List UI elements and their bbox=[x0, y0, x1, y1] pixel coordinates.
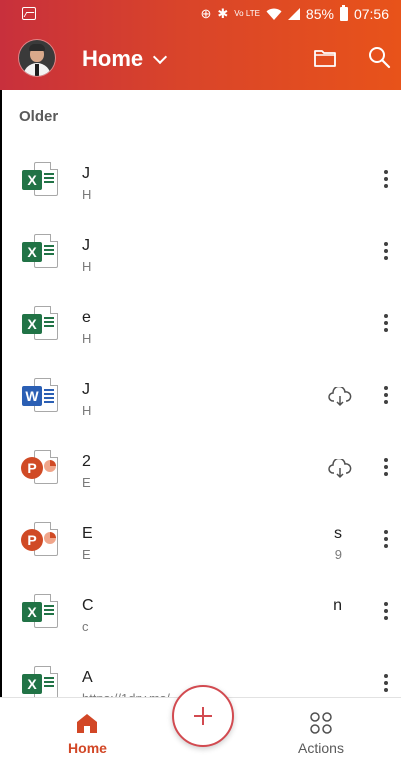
chevron-down-icon bbox=[153, 49, 168, 64]
more-vertical-icon[interactable] bbox=[378, 456, 394, 480]
more-vertical-icon[interactable] bbox=[378, 168, 394, 192]
volte-icon: Vo LTE bbox=[234, 9, 260, 18]
status-icons: ⊕ ✱ Vo LTE 85% 07:56 bbox=[200, 5, 389, 22]
file-row[interactable]: X C c n bbox=[0, 575, 401, 647]
file-row[interactable]: P 2 E bbox=[0, 431, 401, 503]
file-title-tail: n bbox=[333, 597, 342, 614]
file-title: 2 bbox=[82, 453, 91, 470]
data-saver-icon: ⊕ bbox=[200, 6, 212, 21]
page-title: Home bbox=[82, 46, 144, 71]
gallery-notification-icon bbox=[22, 7, 36, 20]
word-file-icon: W bbox=[22, 378, 62, 416]
file-subtitle: H bbox=[82, 259, 92, 274]
search-icon[interactable] bbox=[367, 45, 391, 69]
file-row[interactable]: X J H bbox=[0, 215, 401, 287]
file-list: X J H X J H X e H W J H P 2 E P E E s 9 … bbox=[0, 143, 401, 719]
avatar-hair bbox=[29, 44, 45, 51]
plus-icon-vertical bbox=[202, 707, 204, 725]
nav-actions-label: Actions bbox=[298, 740, 344, 756]
nav-home-label: Home bbox=[68, 740, 107, 756]
file-title: J bbox=[82, 165, 90, 182]
file-title: e bbox=[82, 309, 91, 326]
file-subtitle: H bbox=[82, 403, 92, 418]
file-title: J bbox=[82, 381, 90, 398]
file-title: C bbox=[82, 597, 94, 614]
file-row[interactable]: W J H bbox=[0, 359, 401, 431]
more-vertical-icon[interactable] bbox=[378, 384, 394, 408]
file-title: A bbox=[82, 669, 93, 686]
cloud-download-icon[interactable] bbox=[328, 387, 352, 407]
powerpoint-file-icon: P bbox=[21, 450, 62, 488]
more-vertical-icon[interactable] bbox=[378, 672, 394, 696]
wifi-icon bbox=[266, 8, 282, 20]
file-subtitle: E bbox=[82, 475, 91, 490]
file-title-tail: s bbox=[334, 525, 342, 542]
file-subtitle: E bbox=[82, 547, 91, 562]
signal-icon bbox=[287, 8, 300, 20]
status-bar: ⊕ ✱ Vo LTE 85% 07:56 bbox=[0, 0, 401, 30]
powerpoint-file-icon: P bbox=[21, 522, 62, 560]
file-row[interactable]: X J H bbox=[0, 143, 401, 215]
more-vertical-icon[interactable] bbox=[378, 600, 394, 624]
more-vertical-icon[interactable] bbox=[378, 528, 394, 552]
folder-icon[interactable] bbox=[313, 47, 337, 69]
nav-home[interactable]: Home bbox=[60, 710, 115, 760]
excel-file-icon: X bbox=[22, 594, 62, 632]
bluetooth-icon: ✱ bbox=[217, 6, 229, 21]
nav-actions[interactable]: Actions bbox=[290, 710, 352, 760]
cloud-download-icon[interactable] bbox=[328, 459, 352, 479]
more-vertical-icon[interactable] bbox=[378, 312, 394, 336]
file-title: J bbox=[82, 237, 90, 254]
file-subtitle: H bbox=[82, 187, 92, 202]
file-subtitle: H bbox=[82, 331, 92, 346]
file-subtitle-tail: 9 bbox=[334, 547, 342, 562]
more-vertical-icon[interactable] bbox=[378, 240, 394, 264]
file-row[interactable]: X e H bbox=[0, 287, 401, 359]
actions-grid-icon bbox=[310, 712, 332, 734]
battery-percent: 85% bbox=[305, 6, 334, 22]
section-header-older: Older bbox=[19, 108, 59, 125]
location-switcher[interactable]: Home bbox=[82, 46, 168, 72]
excel-file-icon: X bbox=[22, 162, 62, 200]
home-icon bbox=[77, 714, 97, 733]
file-row[interactable]: P E E s 9 bbox=[0, 503, 401, 575]
clock: 07:56 bbox=[353, 6, 389, 22]
file-subtitle: c bbox=[82, 619, 89, 634]
battery-icon bbox=[339, 5, 348, 21]
excel-file-icon: X bbox=[22, 234, 62, 272]
create-new-button[interactable] bbox=[172, 685, 234, 747]
excel-file-icon: X bbox=[22, 306, 62, 344]
avatar[interactable] bbox=[19, 40, 55, 76]
avatar-tie bbox=[35, 64, 39, 76]
file-title: E bbox=[82, 525, 93, 542]
app-header: ⊕ ✱ Vo LTE 85% 07:56 Home bbox=[0, 0, 401, 90]
